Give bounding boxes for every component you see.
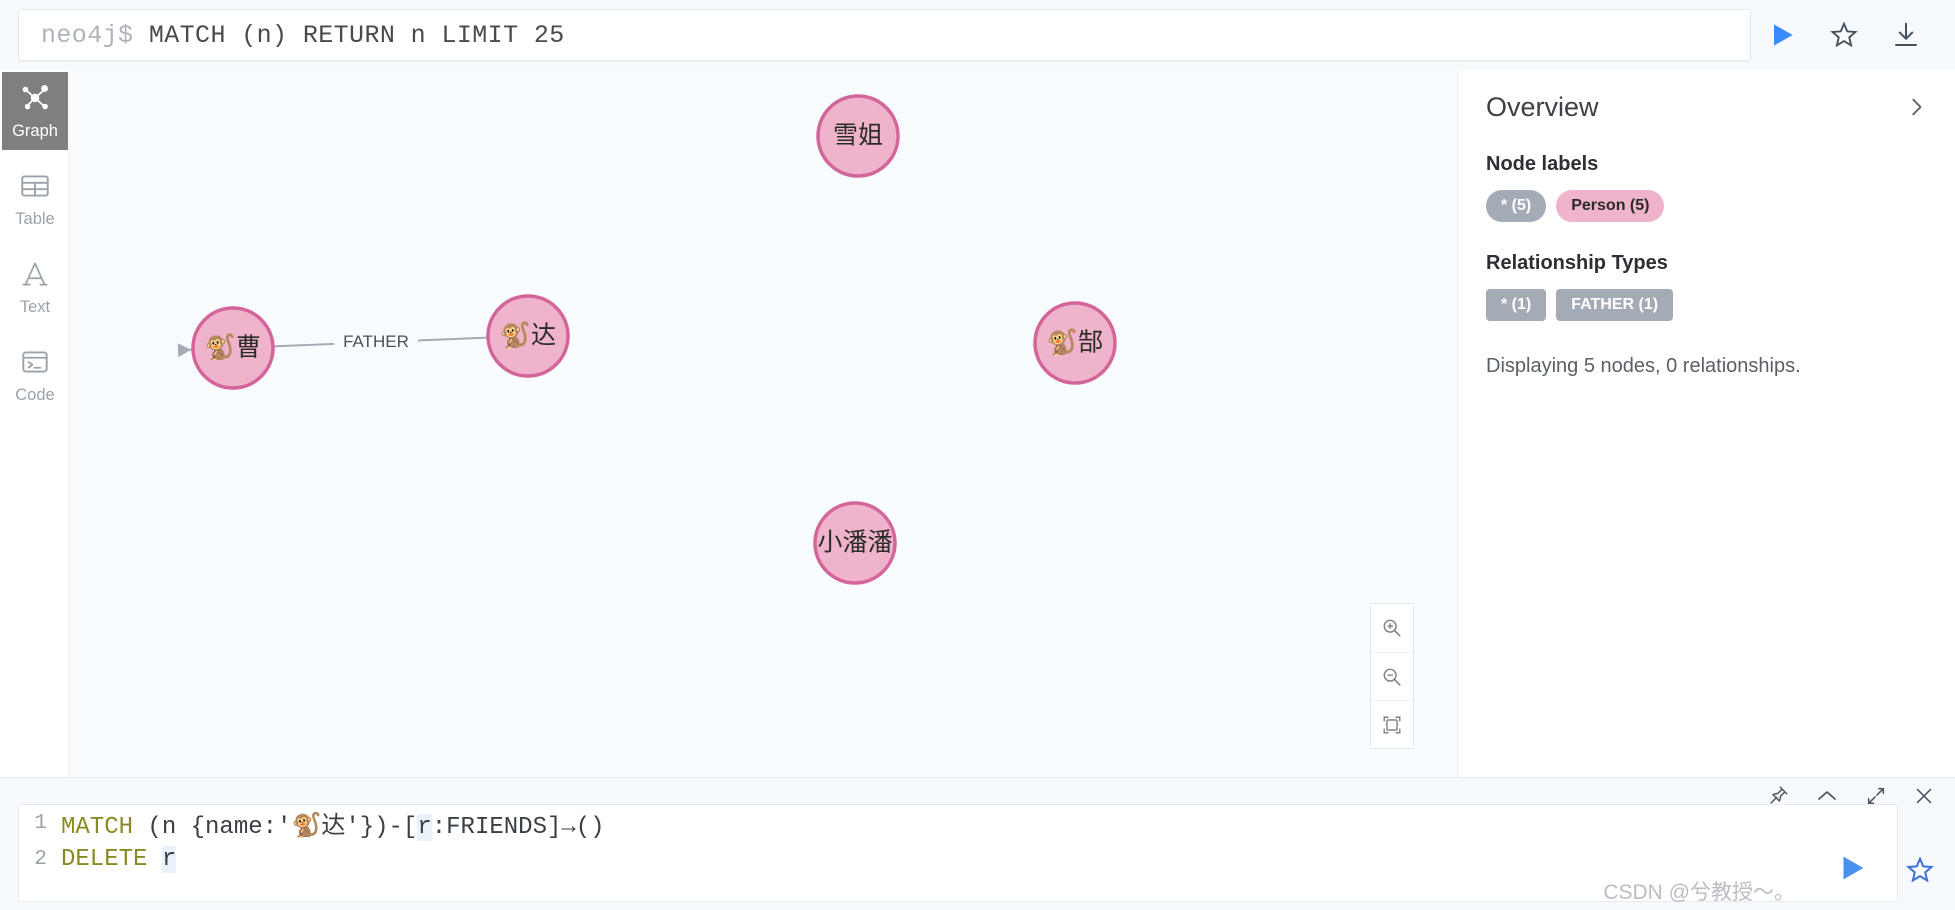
code-icon (22, 351, 48, 373)
sidebar-item-graph-label: Graph (12, 122, 58, 140)
node-label-pill-all[interactable]: * (5) (1486, 190, 1547, 222)
code-line: 1 MATCH (n {name:'🐒达'})-[r:FRIENDS]→() (19, 805, 1897, 841)
fit-to-screen-icon (1383, 715, 1401, 734)
graph-node-label: 雪姐 (833, 122, 883, 150)
relationship-types-list: * (1) FATHER (1) (1486, 289, 1927, 321)
node-labels-heading: Node labels (1486, 153, 1599, 175)
zoom-in-button[interactable] (1371, 604, 1413, 652)
sidebar-item-table[interactable]: Table (2, 160, 68, 238)
graph-node[interactable]: 雪姐 (816, 94, 900, 178)
text-icon (22, 262, 48, 286)
graph-node[interactable]: 小潘潘 (813, 501, 897, 585)
sidebar-item-graph[interactable]: Graph (2, 72, 68, 150)
query-input[interactable]: neo4j$ MATCH (n) RETURN n LIMIT 25 (18, 9, 1751, 61)
view-mode-rail: Graph Table Text Code (0, 70, 70, 777)
query-bar: neo4j$ MATCH (n) RETURN n LIMIT 25 (0, 0, 1955, 70)
code-line-content: DELETE r (61, 845, 177, 873)
cypher-keyword: DELETE (61, 845, 148, 873)
relationship-types-heading: Relationship Types (1486, 252, 1668, 274)
editor-run-button[interactable] (1835, 851, 1869, 890)
graph-node-label: 🐒达 (500, 321, 556, 350)
fit-to-screen-button[interactable] (1371, 700, 1413, 748)
sidebar-item-code[interactable]: Code (2, 336, 68, 414)
graph-svg: FATHER 雪姐 🐒曹 🐒达 🐒郜小潘潘 (177, 94, 1117, 585)
star-icon (1906, 856, 1934, 883)
query-text: neo4j$ MATCH (n) RETURN n LIMIT 25 (41, 21, 565, 50)
star-icon (1830, 21, 1858, 48)
zoom-out-button[interactable] (1371, 652, 1413, 700)
graph-node[interactable]: 🐒曹 (191, 306, 275, 390)
node-label-pill-person[interactable]: Person (5) (1556, 190, 1665, 222)
play-icon (1843, 856, 1864, 880)
cypher-text (147, 846, 161, 873)
sidebar-item-code-label: Code (15, 386, 55, 404)
favorite-query-button[interactable] (1813, 4, 1875, 66)
cypher-variable: r (417, 814, 432, 841)
graph-visualization[interactable]: FATHER 雪姐 🐒曹 🐒达 🐒郜小潘潘 (71, 70, 1456, 777)
relationship-type-pill-father[interactable]: FATHER (1) (1556, 289, 1674, 321)
run-query-button[interactable] (1751, 4, 1813, 66)
download-button[interactable] (1875, 4, 1937, 66)
zoom-out-icon (1383, 668, 1401, 686)
zoom-controls (1370, 603, 1414, 749)
close-icon[interactable] (1913, 785, 1935, 807)
relationship-type-pill-all[interactable]: * (1) (1486, 289, 1547, 321)
play-icon (1774, 24, 1793, 46)
sidebar-item-table-label: Table (15, 210, 55, 228)
cypher-keyword: MATCH (61, 814, 134, 841)
zoom-in-icon (1383, 619, 1401, 637)
code-line: 2 DELETE r (19, 841, 1897, 877)
cypher-text-2: :FRIENDS]→() (431, 814, 605, 841)
chevron-right-icon (1912, 98, 1922, 116)
displaying-summary: Displaying 5 nodes, 0 relationships. (1486, 355, 1801, 377)
editor-favorite-button[interactable] (1905, 855, 1935, 890)
download-icon (1895, 22, 1917, 46)
graph-node-label: 🐒郜 (1047, 328, 1103, 357)
line-number: 2 (34, 847, 47, 871)
graph-node[interactable]: 🐒达 (486, 294, 570, 378)
query-prompt: neo4j$ (41, 20, 149, 50)
graph-node[interactable]: 🐒郜 (1033, 301, 1117, 385)
page-title: Overview (1486, 92, 1599, 122)
graph-node-label: 小潘潘 (817, 529, 892, 557)
node-labels-list: * (5) Person (5) (1486, 190, 1927, 222)
relationship-label: FATHER (343, 332, 409, 351)
overview-header: Overview (1486, 92, 1927, 123)
table-icon (21, 175, 49, 197)
cypher-text: (n {name:'🐒达'})-[ (133, 814, 418, 841)
collapse-panel-button[interactable] (1905, 92, 1927, 123)
query-value: MATCH (n) RETURN n LIMIT 25 (148, 20, 565, 50)
line-number: 1 (34, 811, 47, 835)
code-line-content: MATCH (n {name:'🐒达'})-[r:FRIENDS]→() (61, 805, 605, 841)
relationship-arrow (177, 343, 192, 358)
graph-node-label: 🐒曹 (205, 333, 261, 362)
cypher-variable: r (161, 845, 177, 873)
graph-icon (22, 85, 48, 110)
query-editor-panel: 1 MATCH (n {name:'🐒达'})-[r:FRIENDS]→() 2… (0, 777, 1955, 910)
overview-panel: Overview Node labels * (5) Person (5) Re… (1457, 70, 1955, 777)
cypher-editor[interactable]: 1 MATCH (n {name:'🐒达'})-[r:FRIENDS]→() 2… (18, 804, 1898, 902)
sidebar-item-text-label: Text (19, 298, 51, 316)
sidebar-item-text[interactable]: Text (2, 248, 68, 326)
